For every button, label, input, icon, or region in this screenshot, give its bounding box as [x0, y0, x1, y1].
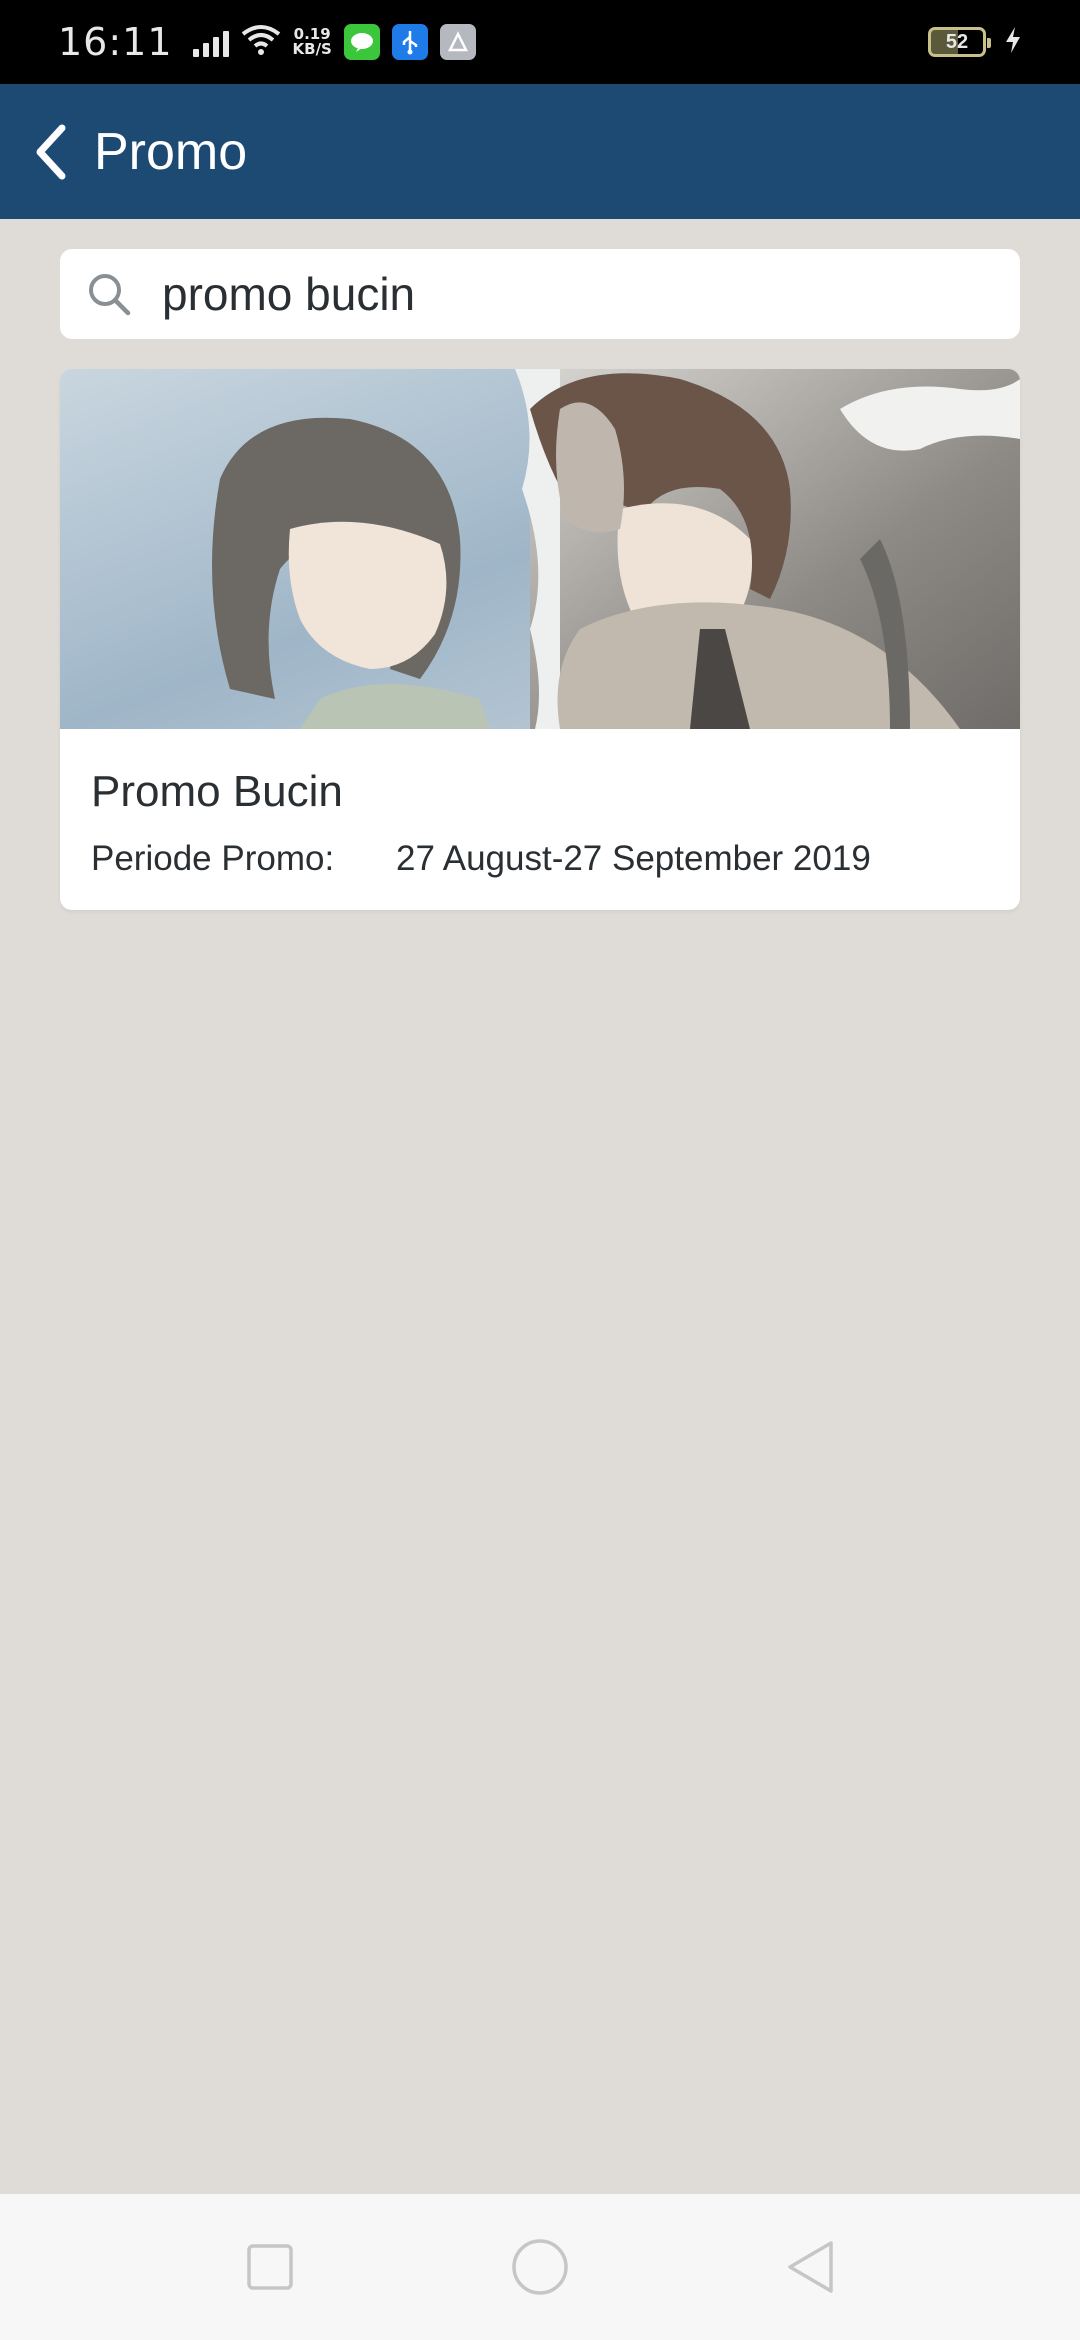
chevron-left-icon[interactable] [28, 122, 72, 182]
status-time: 16:11 [58, 20, 173, 64]
promo-banner-image [60, 369, 1020, 729]
page-title: Promo [94, 122, 248, 181]
app-bar: Promo [0, 84, 1080, 219]
promo-card-body: Promo Bucin Periode Promo: 27 August-27 … [60, 729, 1020, 879]
status-icons: 0.19 KB/S [192, 24, 476, 61]
status-right: 52 [928, 26, 1022, 59]
search-icon [84, 269, 134, 319]
charging-icon [1004, 26, 1022, 59]
search-bar[interactable] [60, 249, 1020, 339]
battery-level: 52 [945, 30, 969, 53]
battery-icon: 52 [928, 27, 991, 57]
signal-icon [192, 27, 229, 57]
status-bar: 16:11 0.19 KB/S 52 [0, 0, 1080, 84]
usb-icon [391, 24, 428, 60]
screen: 16:11 0.19 KB/S 52 Promo promo bucin Pro… [0, 0, 1080, 2340]
promo-card[interactable]: Promo Bucin Periode Promo: 27 August-27 … [60, 369, 1020, 910]
promo-period-label: Periode Promo: [91, 839, 335, 878]
wifi-icon [241, 24, 281, 61]
system-nav-bar [0, 2194, 1080, 2340]
line-app-icon [343, 24, 380, 60]
circle-icon [512, 2239, 568, 2295]
home-button[interactable] [405, 2194, 675, 2340]
promo-period-value: 27 August-27 September 2019 [396, 839, 871, 878]
search-input[interactable] [162, 267, 982, 321]
square-icon [247, 2244, 293, 2290]
speed-unit: KB/S [292, 40, 332, 58]
promo-title: Promo Bucin [91, 767, 343, 816]
recent-apps-button[interactable] [135, 2194, 405, 2340]
triangle-back-icon [788, 2241, 833, 2293]
back-button[interactable] [675, 2194, 945, 2340]
network-speed: 0.19 KB/S [293, 27, 332, 57]
promo-period-row: Periode Promo: 27 August-27 September 20… [91, 839, 989, 879]
app-icon [439, 24, 476, 60]
